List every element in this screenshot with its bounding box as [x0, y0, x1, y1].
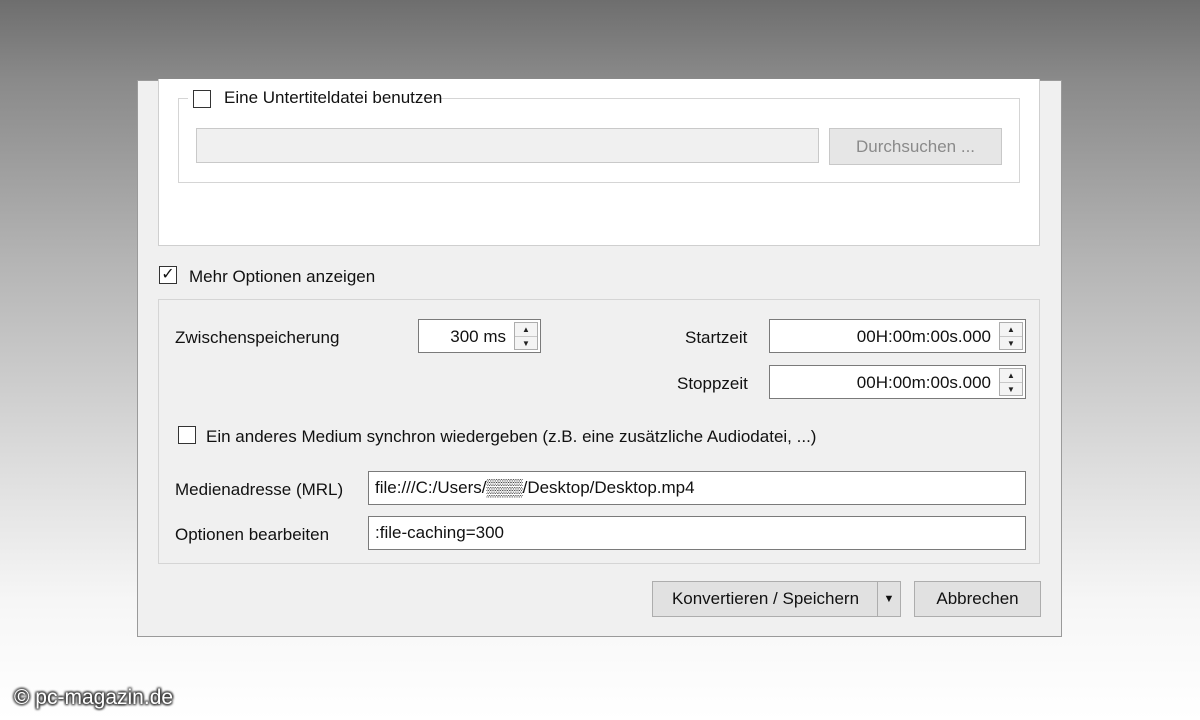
- subtitle-legend: Eine Untertiteldatei benutzen: [188, 87, 442, 111]
- mrl-label: Medienadresse (MRL): [175, 480, 344, 499]
- sync-media-label: Ein anderes Medium synchron wiedergeben …: [206, 427, 817, 446]
- start-time-spinbox[interactable]: 00H:00m:00s.000 ▲ ▼: [769, 319, 1026, 353]
- caching-spin-arrows: ▲ ▼: [514, 322, 538, 350]
- start-time-spin-arrows: ▲ ▼: [999, 322, 1023, 350]
- subtitle-checkbox[interactable]: [193, 90, 211, 108]
- dropdown-arrow-icon[interactable]: ▼: [877, 581, 901, 617]
- advanced-options-panel: Zwischenspeicherung 300 ms ▲ ▼ Startzeit…: [158, 299, 1040, 564]
- spin-down-icon[interactable]: ▼: [1000, 382, 1022, 396]
- start-time-label: Startzeit: [685, 328, 748, 347]
- cancel-button[interactable]: Abbrechen: [914, 581, 1041, 617]
- edit-options-input[interactable]: [368, 516, 1026, 550]
- subtitle-checkbox-label: Eine Untertiteldatei benutzen: [224, 88, 443, 107]
- convert-save-split-button: Konvertieren / Speichern ▼: [652, 581, 901, 617]
- spin-down-icon[interactable]: ▼: [1000, 336, 1022, 350]
- caching-spinbox[interactable]: 300 ms ▲ ▼: [418, 319, 541, 353]
- spin-up-icon[interactable]: ▲: [1000, 323, 1022, 336]
- spin-down-icon[interactable]: ▼: [515, 336, 537, 350]
- caching-label: Zwischenspeicherung: [175, 328, 340, 347]
- browse-button[interactable]: Durchsuchen ...: [829, 128, 1002, 165]
- stop-time-value: 00H:00m:00s.000: [856, 373, 991, 392]
- subtitle-groupbox: Eine Untertiteldatei benutzen Durchsuche…: [178, 87, 1020, 183]
- edit-options-label: Optionen bearbeiten: [175, 525, 330, 544]
- caching-value: 300 ms: [450, 327, 506, 346]
- sync-media-checkbox[interactable]: [178, 426, 196, 444]
- stop-time-label: Stoppzeit: [677, 374, 748, 393]
- mrl-input[interactable]: [368, 471, 1026, 505]
- convert-save-button[interactable]: Konvertieren / Speichern: [652, 581, 878, 617]
- spin-up-icon[interactable]: ▲: [1000, 369, 1022, 382]
- open-media-dialog: Eine Untertiteldatei benutzen Durchsuche…: [137, 79, 1062, 637]
- more-options-checkbox[interactable]: ✓: [159, 266, 177, 284]
- spin-up-icon[interactable]: ▲: [515, 323, 537, 336]
- subtitle-panel: Eine Untertiteldatei benutzen Durchsuche…: [158, 79, 1040, 246]
- start-time-value: 00H:00m:00s.000: [856, 327, 991, 346]
- more-options-label: Mehr Optionen anzeigen: [189, 267, 376, 286]
- watermark-text: © pc-magazin.de: [14, 686, 174, 709]
- stop-time-spin-arrows: ▲ ▼: [999, 368, 1023, 396]
- stop-time-spinbox[interactable]: 00H:00m:00s.000 ▲ ▼: [769, 365, 1026, 399]
- subtitle-file-input[interactable]: [196, 128, 819, 163]
